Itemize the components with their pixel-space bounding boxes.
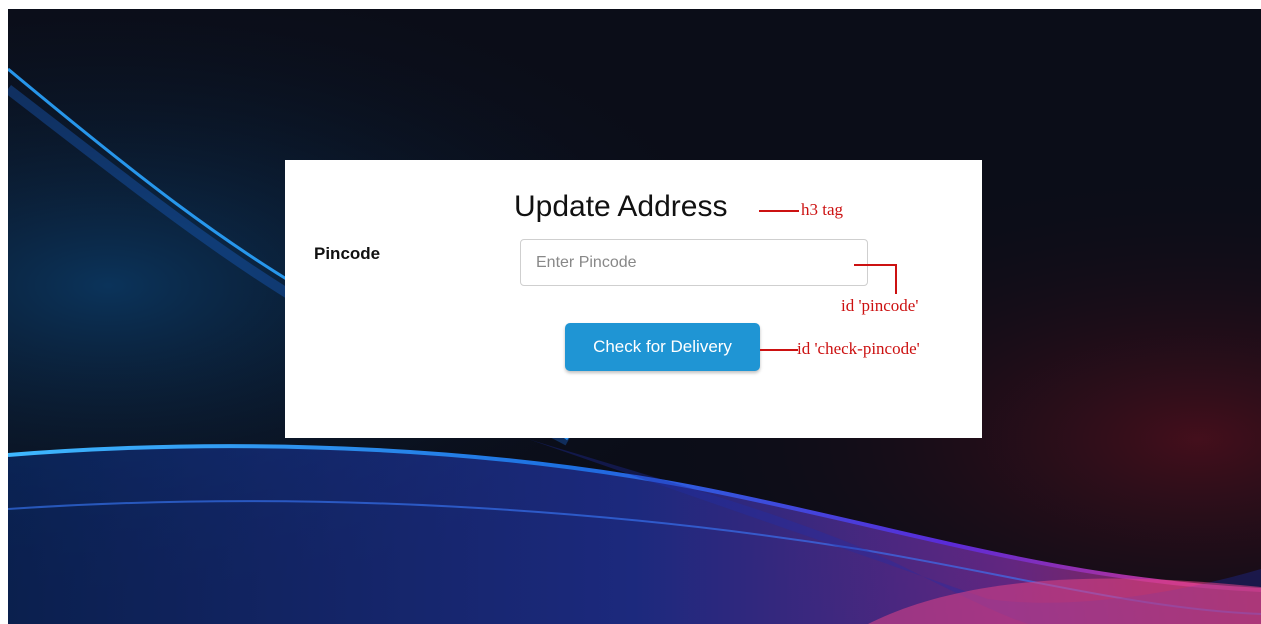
button-annotation: id 'check-pincode' xyxy=(797,339,920,358)
input-annotation: id 'pincode' xyxy=(841,296,919,315)
pincode-input[interactable] xyxy=(520,239,868,286)
input-annotation-line-v xyxy=(895,264,897,294)
button-annotation-line xyxy=(760,349,798,351)
pincode-label: Pincode xyxy=(314,244,381,263)
update-address-card: Update Address Pincode Check for Deliver… xyxy=(285,160,982,438)
input-annotation-line-h xyxy=(854,264,896,266)
heading-annotation: h3 tag xyxy=(801,200,844,219)
page-background: Update Address Pincode Check for Deliver… xyxy=(8,9,1261,624)
page-title: Update Address xyxy=(514,190,728,223)
check-delivery-button[interactable]: Check for Delivery xyxy=(565,323,760,371)
heading-annotation-line xyxy=(759,210,799,212)
